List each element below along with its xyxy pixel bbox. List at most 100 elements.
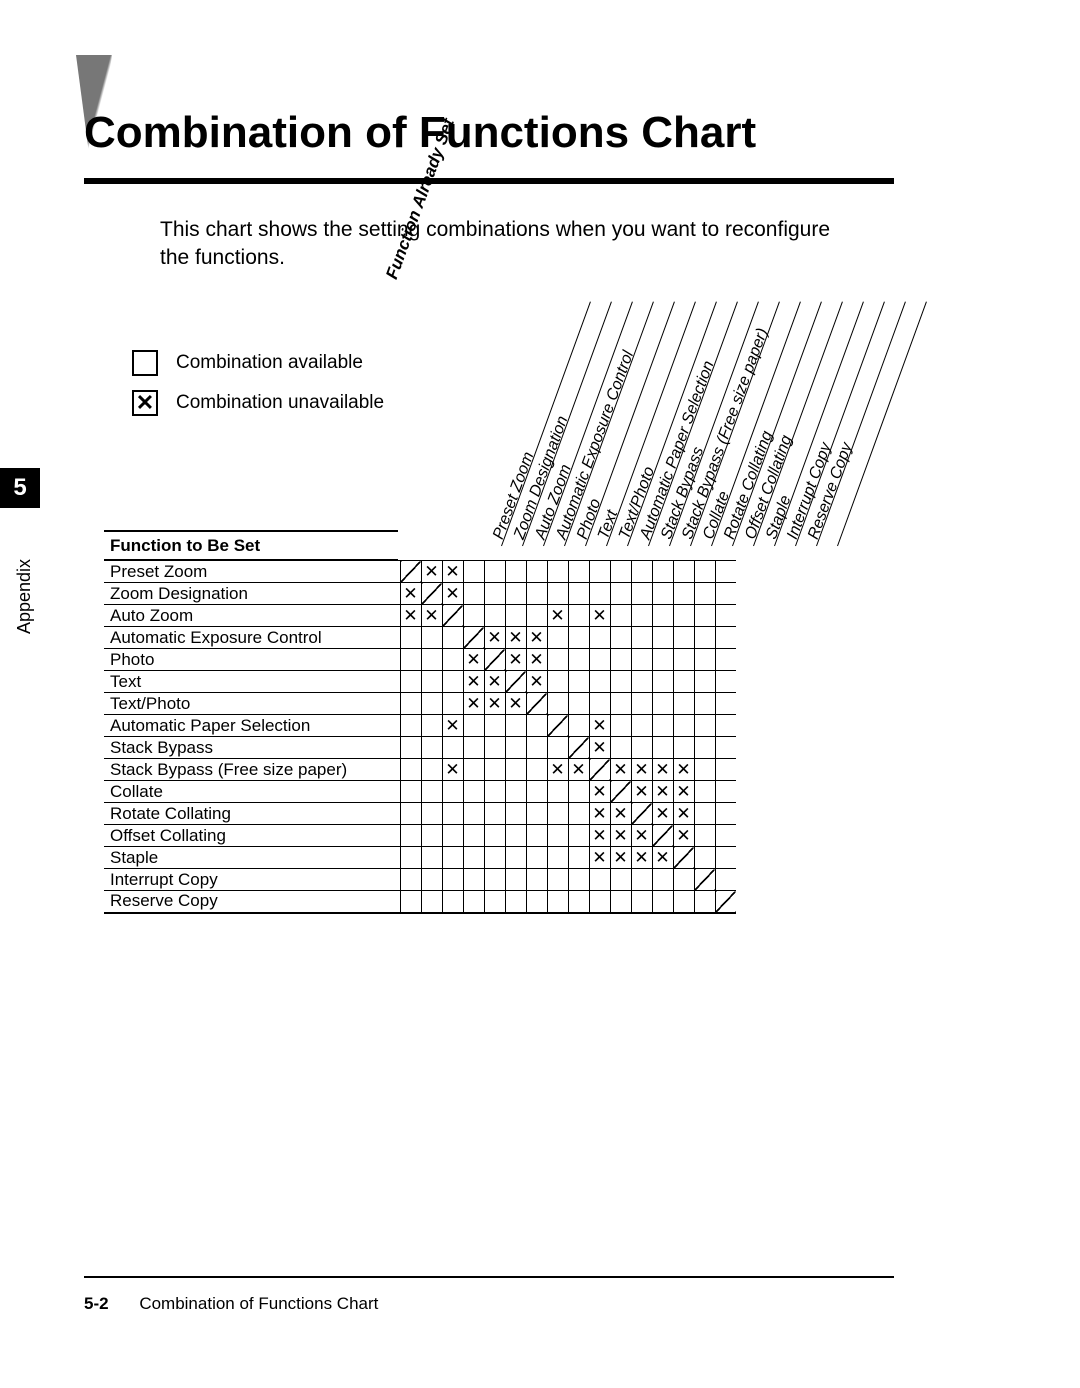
combination-cell	[715, 803, 736, 825]
combination-cell	[631, 649, 652, 671]
combination-cell: ✕	[589, 737, 610, 759]
combination-cell	[484, 847, 505, 869]
combination-cell	[631, 803, 652, 825]
combination-cell	[442, 847, 463, 869]
combination-cell	[610, 671, 631, 693]
combination-cell	[400, 781, 421, 803]
combination-cell	[673, 605, 694, 627]
combination-cell	[673, 737, 694, 759]
footer-title: Combination of Functions Chart	[139, 1294, 378, 1313]
combination-cell	[715, 583, 736, 605]
combination-cell: ✕	[631, 847, 652, 869]
combination-cell	[547, 803, 568, 825]
combination-cell	[547, 649, 568, 671]
combination-cell	[421, 891, 442, 913]
combination-cell	[715, 759, 736, 781]
combination-cell	[442, 649, 463, 671]
row-label: Zoom Designation	[104, 583, 400, 605]
combination-cell	[589, 891, 610, 913]
combination-cell	[484, 583, 505, 605]
combination-cell: ✕	[547, 759, 568, 781]
combination-cell	[610, 715, 631, 737]
combination-cell	[568, 847, 589, 869]
combination-cell	[484, 869, 505, 891]
combination-cell	[463, 781, 484, 803]
footer-page-number: 5-2	[84, 1294, 109, 1313]
combination-cell	[568, 649, 589, 671]
combination-cell	[694, 803, 715, 825]
combination-cell	[652, 605, 673, 627]
legend-unavailable-label: Combination unavailable	[176, 392, 384, 414]
combination-cell	[505, 561, 526, 583]
combination-cell	[421, 715, 442, 737]
combination-cell: ✕	[547, 605, 568, 627]
combination-cell: ✕	[505, 649, 526, 671]
chapter-tab: 5	[0, 468, 40, 508]
combination-cell	[547, 627, 568, 649]
combination-cell	[631, 715, 652, 737]
combination-cell	[610, 693, 631, 715]
combination-cell	[526, 781, 547, 803]
combination-cell	[631, 737, 652, 759]
combination-cell	[652, 671, 673, 693]
combination-cell	[484, 759, 505, 781]
combination-cell	[526, 605, 547, 627]
combination-cell	[568, 583, 589, 605]
combination-cell	[400, 847, 421, 869]
combination-cell	[568, 781, 589, 803]
combination-cell	[526, 869, 547, 891]
combination-cell: ✕	[442, 715, 463, 737]
combination-cell	[463, 869, 484, 891]
combination-cell	[547, 671, 568, 693]
combination-cell	[400, 737, 421, 759]
combination-cell	[400, 759, 421, 781]
combination-cell	[568, 803, 589, 825]
combination-cell	[526, 693, 547, 715]
combination-cell	[526, 583, 547, 605]
combination-cell	[463, 715, 484, 737]
combination-cell	[673, 847, 694, 869]
combination-cell: ✕	[610, 847, 631, 869]
combination-cell	[505, 759, 526, 781]
combination-cell	[694, 891, 715, 913]
combination-cell	[568, 627, 589, 649]
row-label: Photo	[104, 649, 400, 671]
combination-cell: ✕	[673, 759, 694, 781]
row-label: Text	[104, 671, 400, 693]
combination-cell	[442, 869, 463, 891]
combination-cell	[505, 891, 526, 913]
row-label: Auto Zoom	[104, 605, 400, 627]
combination-cell	[421, 671, 442, 693]
combination-cell	[505, 605, 526, 627]
combination-cell: ✕	[463, 693, 484, 715]
combination-cell: ✕	[400, 605, 421, 627]
combination-cell	[505, 803, 526, 825]
combination-cell	[463, 847, 484, 869]
combination-cell: ✕	[484, 671, 505, 693]
combination-cell	[568, 891, 589, 913]
combination-cell	[652, 715, 673, 737]
combination-cell: ✕	[673, 781, 694, 803]
combination-cell	[694, 869, 715, 891]
combination-cell	[673, 715, 694, 737]
combination-cell	[505, 781, 526, 803]
combination-cell	[526, 715, 547, 737]
combination-cell	[463, 803, 484, 825]
combination-cell: ✕	[526, 671, 547, 693]
combination-cell: ✕	[652, 759, 673, 781]
combination-cell	[631, 627, 652, 649]
combination-cell	[484, 737, 505, 759]
combination-cell	[547, 847, 568, 869]
legend-available-icon	[132, 350, 158, 376]
combination-cell	[589, 671, 610, 693]
combination-cell	[568, 605, 589, 627]
row-label: Preset Zoom	[104, 561, 400, 583]
row-axis-title: Function to Be Set	[104, 530, 398, 560]
combination-cell: ✕	[568, 759, 589, 781]
combination-cell	[547, 693, 568, 715]
combination-cell	[484, 605, 505, 627]
combination-cell	[400, 627, 421, 649]
combination-cell	[652, 737, 673, 759]
combination-cell	[715, 693, 736, 715]
combination-cell: ✕	[442, 759, 463, 781]
